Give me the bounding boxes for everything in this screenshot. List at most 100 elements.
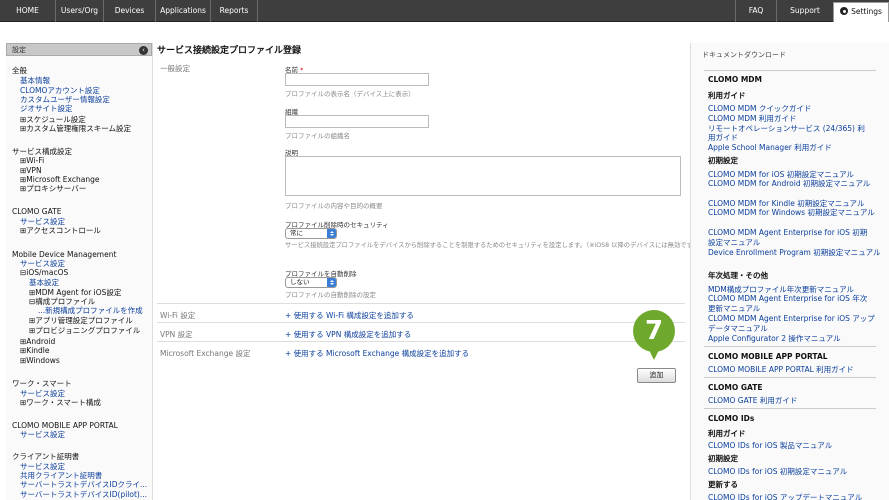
sidebar-section-item[interactable]: CLOMO GATE — [12, 207, 62, 216]
sidebar-section-item[interactable]: ⊟iOS/macOS — [20, 268, 68, 277]
docs-divider — [704, 377, 876, 378]
nav-devices[interactable]: Devices — [104, 0, 156, 22]
sidebar-section-item[interactable]: ⊞Kindle — [20, 346, 50, 355]
docs-link[interactable]: MDM構成プロファイル年次更新マニュアル — [708, 285, 854, 294]
sidebar-section-item[interactable]: クライアント証明書 — [12, 452, 79, 461]
sidebar-section-item[interactable]: ⊞ワーク・スマート構成 — [20, 398, 101, 407]
organization-input[interactable] — [285, 115, 429, 128]
nav-settings-tab[interactable]: Settings — [833, 2, 889, 22]
nav-users-org[interactable]: Users/Org — [56, 0, 104, 22]
sidebar-link-item[interactable]: サービス設定 — [20, 430, 65, 439]
docs-link[interactable]: 更新マニュアル — [708, 304, 760, 313]
autoremove-select[interactable]: しない — [285, 277, 337, 288]
add-vpn-link[interactable]: + 使用する VPN 構成設定を追加する — [285, 329, 411, 340]
description-textarea[interactable] — [285, 156, 681, 196]
autoremove-select-value: しない — [290, 278, 310, 286]
docs-link[interactable]: データマニュアル — [708, 324, 768, 333]
docs-link[interactable]: 設定マニュアル — [708, 238, 760, 247]
sidebar-link-item[interactable]: カスタムユーザー情報設定 — [20, 95, 110, 104]
sidebar-section-item[interactable]: ⊞Android — [20, 337, 55, 346]
docs-link[interactable]: CLOMO MDM Agent Enterprise for iOS 年次 — [708, 294, 867, 303]
sidebar-link-item[interactable]: ジオサイト設定 — [20, 104, 73, 113]
docs-link[interactable]: CLOMO MDM Agent Enterprise for iOS 初期 — [708, 228, 867, 237]
docs-link[interactable]: Device Enrollment Program 初期設定マニュアル — [708, 248, 881, 257]
add-wifi-link[interactable]: + 使用する Wi-Fi 構成設定を追加する — [285, 310, 414, 321]
docs-link[interactable]: リモートオペレーションサービス (24/365) 利 — [708, 124, 865, 133]
docs-link[interactable]: CLOMO MDM Agent Enterprise for iOS アップ — [708, 314, 875, 323]
docs-link[interactable]: Apple Configurator 2 操作マニュアル — [708, 334, 841, 343]
divider — [157, 322, 685, 323]
docs-link[interactable]: CLOMO MDM for Kindle 初期設定マニュアル — [708, 199, 864, 208]
sidebar-link-item[interactable]: 基本情報 — [20, 76, 50, 85]
nav-reports[interactable]: Reports — [211, 0, 258, 22]
sidebar-section-item[interactable]: Mobile Device Management — [12, 250, 116, 259]
sidebar-link-item[interactable]: 共用クライアント証明書 — [20, 471, 102, 480]
nav-home[interactable]: HOME — [0, 0, 56, 22]
sidebar-link-item[interactable]: サービス設定 — [20, 462, 65, 471]
docs-link[interactable]: CLOMO IDs for iOS 製品マニュアル — [708, 441, 832, 450]
top-navigation-bar: HOME Users/Org Devices Applications Repo… — [0, 0, 889, 22]
sidebar-link-item[interactable]: サービス設定 — [20, 217, 65, 226]
sidebar-section-item[interactable]: ⊞Windows — [20, 356, 60, 365]
name-input[interactable] — [285, 73, 429, 86]
sidebar-section-item[interactable]: ⊞Wi-Fi — [20, 156, 44, 165]
sidebar-section-item[interactable]: CLOMO MOBILE APP PORTAL — [12, 421, 118, 430]
docs-product-heading: CLOMO MOBILE APP PORTAL — [708, 352, 828, 361]
nav-applications[interactable]: Applications — [156, 0, 211, 22]
docs-link[interactable]: CLOMO IDs for iOS アップデートマニュアル — [708, 493, 862, 500]
sidebar-link-item[interactable]: ...新規構成プロファイルを作成 — [38, 306, 143, 315]
sidebar-link-item[interactable]: CLOMOアカウント設定 — [20, 86, 100, 95]
sidebar-link-item[interactable]: サービス設定 — [20, 259, 65, 268]
sidebar-section-item[interactable]: ⊞カスタム管理権限スキーム設定 — [20, 124, 131, 133]
docs-divider — [704, 70, 876, 71]
sidebar-title: 設定 — [12, 46, 26, 54]
sidebar-section-item[interactable]: 全般 — [12, 66, 27, 75]
sidebar-section-item[interactable]: ⊞プロキシサーバー — [20, 184, 86, 193]
docs-link[interactable]: CLOMO MDM 利用ガイド — [708, 114, 796, 123]
sidebar-section-item[interactable]: ワーク・スマート — [12, 379, 72, 388]
sidebar-section-item[interactable]: ⊞アプリ管理設定プロファイル — [29, 316, 133, 325]
organization-hint: プロファイルの組織名 — [285, 132, 350, 140]
docs-product-heading: CLOMO GATE — [708, 383, 763, 392]
docs-link[interactable]: CLOMO MDM for iOS 初期設定マニュアル — [708, 170, 854, 179]
nav-faq[interactable]: FAQ — [735, 0, 776, 22]
sidebar-section-item[interactable]: ⊞プロビジョニングプロファイル — [29, 326, 140, 335]
docs-link[interactable]: CLOMO GATE 利用ガイド — [708, 396, 797, 405]
docs-product-heading: CLOMO MDM — [708, 75, 762, 84]
sidebar-section-item[interactable]: サービス構成設定 — [12, 147, 72, 156]
docs-subheading: 更新する — [708, 480, 738, 489]
divider — [157, 341, 685, 342]
sidebar-section-item[interactable]: ⊟構成プロファイル — [29, 297, 95, 306]
security-hint: サービス接続設定プロファイルをデバイスから削除することを制限するためのセキュリテ… — [285, 242, 700, 249]
add-exchange-link[interactable]: + 使用する Microsoft Exchange 構成設定を追加する — [285, 348, 469, 359]
add-button[interactable]: 追加 — [637, 368, 676, 383]
docs-subheading: 初期設定 — [708, 454, 738, 463]
sidebar-section-item[interactable]: ⊞MDM Agent for iOS設定 — [29, 288, 121, 297]
docs-link[interactable]: CLOMO IDs for iOS 初期設定マニュアル — [708, 467, 847, 476]
sidebar-link-item[interactable]: サービス設定 — [20, 389, 65, 398]
sidebar-link-item[interactable]: 基本設定 — [29, 278, 59, 287]
docs-link[interactable]: CLOMO MOBILE APP PORTAL 利用ガイド — [708, 365, 854, 374]
docs-link[interactable]: CLOMO MDM for Android 初期設定マニュアル — [708, 179, 870, 188]
step-badge: 7 — [633, 310, 675, 352]
nav-support[interactable]: Support — [776, 0, 833, 22]
docs-subheading: 年次処理・その他 — [708, 271, 768, 280]
collapse-left-icon[interactable]: ‹ — [139, 45, 148, 55]
autoremove-hint: プロファイルの自動削除の設定 — [285, 291, 376, 299]
sidebar-link-item[interactable]: サーバートラストデバイスID(pilot)... — [20, 490, 147, 499]
docs-divider — [704, 346, 876, 347]
exchange-settings-label: Microsoft Exchange 設定 — [160, 349, 251, 358]
sidebar-section-item[interactable]: ⊞スケジュール設定 — [20, 115, 86, 124]
wifi-settings-label: Wi-Fi 設定 — [160, 311, 196, 320]
vpn-settings-label: VPN 設定 — [160, 330, 193, 339]
sidebar-section-item[interactable]: ⊞Microsoft Exchange — [20, 175, 99, 184]
sidebar-link-item[interactable]: サーバートラストデバイスIDクライ... — [20, 480, 147, 489]
name-hint: プロファイルの表示名（デバイス上に表示） — [285, 90, 415, 98]
sidebar-section-item[interactable]: ⊞アクセスコントロール — [20, 226, 101, 235]
security-select[interactable]: 常に — [285, 228, 337, 239]
sidebar-section-item[interactable]: ⊞VPN — [20, 166, 42, 175]
docs-link[interactable]: Apple School Manager 利用ガイド — [708, 143, 832, 152]
docs-link[interactable]: 用ガイド — [708, 133, 738, 142]
docs-link[interactable]: CLOMO MDM クイックガイド — [708, 104, 811, 113]
docs-link[interactable]: CLOMO MDM for Windows 初期設定マニュアル — [708, 208, 875, 217]
